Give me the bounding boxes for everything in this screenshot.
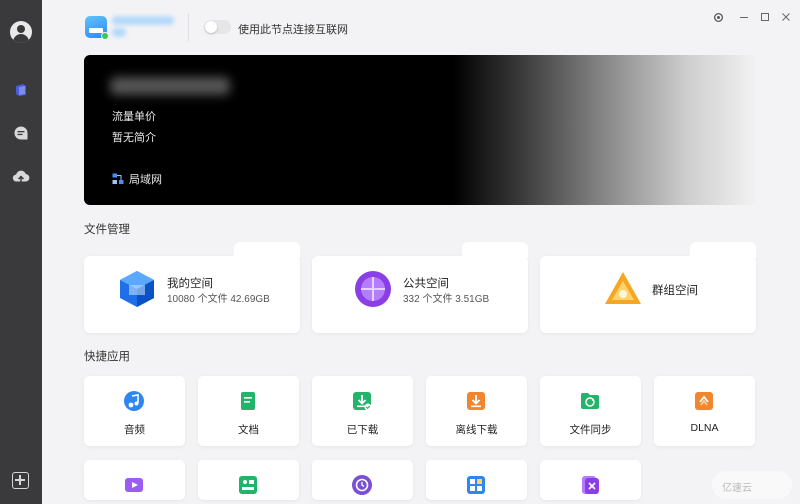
public-space-title: 公共空间 [403,278,449,290]
avatar[interactable] [10,21,32,43]
app-documents-label: 文档 [238,424,259,436]
plus-icon[interactable] [12,472,29,489]
app-file-sync[interactable]: 文件同步 [540,376,641,446]
left-sidebar [0,0,42,504]
video-icon [125,478,143,492]
device-name [112,16,174,25]
app-documents[interactable]: 文档 [198,376,299,446]
app-photos[interactable] [198,460,299,500]
app-offline-download-label: 离线下载 [455,424,498,436]
group-space-card[interactable]: 群组空间 [540,240,756,333]
device-banner: 流量单价 暂无简介 局域网 [84,55,756,205]
app-offline-download[interactable]: 离线下载 [426,376,527,446]
app-apps[interactable] [426,460,527,500]
maximize-icon[interactable] [758,10,772,24]
app-dlna[interactable]: DLNA [654,376,755,446]
network-badge: 局域网 [112,171,162,187]
app-remove[interactable] [540,460,641,500]
dlna-icon [695,392,713,410]
app-downloaded-label: 已下载 [346,424,379,436]
network-label: 局域网 [129,174,162,186]
app-audio-label: 音频 [124,424,145,436]
app-file-sync-label: 文件同步 [569,424,612,436]
nas-icon[interactable] [11,80,31,100]
remove-icon [582,476,599,494]
device-logo-icon [85,16,109,40]
app-backup[interactable] [312,460,413,500]
downloaded-icon [353,392,372,411]
close-icon[interactable] [779,10,793,24]
backup-icon [352,475,372,495]
photo-icon [239,476,257,494]
offline-download-icon [467,392,485,410]
minimize-icon[interactable] [737,10,751,24]
divider [188,13,189,41]
traffic-price-label: 流量单价 [112,111,156,123]
app-video[interactable] [84,460,185,500]
device-subtitle [112,28,126,37]
chat-icon[interactable] [11,123,31,143]
internet-toggle-label: 使用此节点连接互联网 [238,24,348,36]
quick-apps-title: 快捷应用 [84,351,130,363]
public-space-stats: 332 个文件 3.51GB [403,294,490,305]
group-space-icon [605,272,641,304]
file-management-title: 文件管理 [84,224,130,236]
apps-icon [467,476,485,494]
music-icon [124,391,144,411]
app-downloaded[interactable]: 已下载 [312,376,413,446]
group-space-title: 群组空间 [652,285,698,297]
document-icon [241,392,255,410]
my-space-stats: 10080 个文件 42.69GB [167,294,270,305]
app-dlna-label: DLNA [690,422,719,434]
cloud-upload-icon[interactable] [11,167,31,187]
my-space-title: 我的空间 [167,278,213,290]
my-space-icon [120,271,154,307]
lan-icon [112,173,124,184]
node-name [110,77,230,95]
public-space-card[interactable]: 公共空间 332 个文件 3.51GB [312,240,528,333]
public-space-icon [355,271,391,307]
settings-icon[interactable] [711,10,725,24]
description-label: 暂无简介 [112,132,156,144]
my-space-card[interactable]: 我的空间 10080 个文件 42.69GB [84,240,300,333]
app-audio[interactable]: 音频 [84,376,185,446]
internet-toggle[interactable] [204,20,231,34]
watermark-logo: 亿速云 [712,471,792,499]
file-sync-icon [581,393,599,409]
